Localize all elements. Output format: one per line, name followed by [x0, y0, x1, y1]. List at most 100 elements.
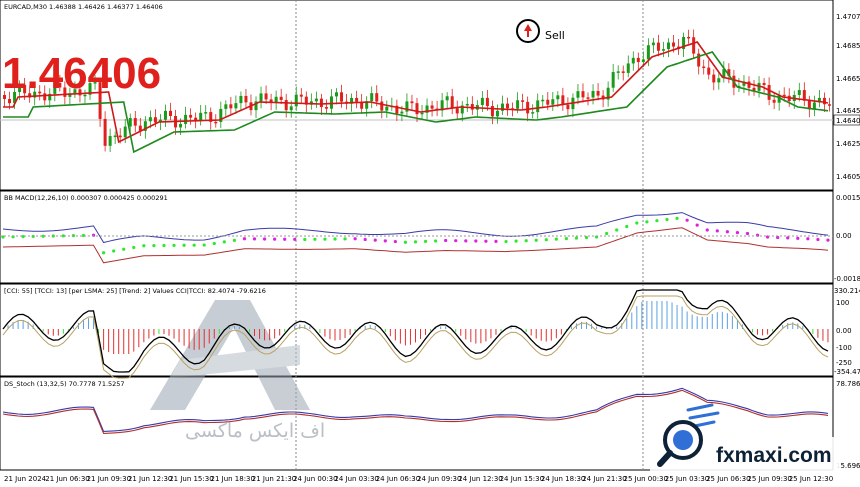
candle-body [616, 71, 620, 73]
macd-dot [262, 237, 267, 241]
candle-body [8, 99, 12, 104]
candle-body [163, 110, 167, 120]
candle-body [264, 93, 268, 100]
candle-body [329, 96, 333, 109]
candle-body [259, 93, 263, 102]
macd-dot [655, 219, 659, 223]
candle-body [229, 104, 233, 109]
candle-body [631, 57, 635, 64]
candle-body [335, 92, 338, 97]
macd-dot [806, 237, 810, 241]
macd-tick: -0.001862 [834, 275, 860, 283]
macd-dot [383, 239, 387, 243]
candle-body [641, 59, 645, 63]
price-tick: 1.46055 [836, 173, 860, 181]
macd-dot [735, 231, 740, 235]
macd-dot [353, 237, 357, 241]
macd-dot [464, 239, 468, 243]
watermark-persian-text: اف ایکس ماکسی [185, 420, 325, 442]
macd-dot [514, 239, 518, 243]
candle-body [611, 72, 615, 88]
macd-dot [725, 230, 729, 234]
stoch-pane-header: DS_Stoch (13,32,5) 70.7778 71.5257 [4, 380, 125, 388]
macd-dot [564, 237, 568, 241]
sell-label: Sell [545, 29, 565, 42]
candle-body [375, 93, 379, 102]
macd-dot [423, 239, 428, 243]
macd-dot [192, 243, 196, 247]
candle-body [239, 95, 243, 104]
candle-body [430, 105, 434, 109]
macd-dot [152, 244, 156, 248]
macd-dot [474, 239, 478, 243]
macd-dot [403, 240, 408, 244]
macd-dot [675, 216, 679, 220]
macd-dot [393, 239, 397, 244]
candle-body [561, 95, 565, 105]
candle-body [526, 101, 530, 114]
macd-dot [343, 237, 347, 241]
time-axis: 21 Jun 2024 21 Jun 06:3021 Jun 09:3021 Ju… [4, 475, 833, 483]
candle-body [179, 123, 183, 128]
candle-body [415, 103, 419, 115]
time-tick: 21 Jun 12:30 [128, 475, 172, 483]
macd-dot [605, 231, 609, 236]
macd-dot [484, 239, 488, 243]
time-tick: 21 Jun 21:30 [252, 475, 296, 483]
macd-pane[interactable] [0, 190, 834, 284]
candle-body [702, 66, 706, 69]
macd-tick: 0.001574 [836, 194, 860, 202]
candle-body [591, 91, 595, 98]
candle-body [767, 85, 771, 100]
candle-body [294, 94, 298, 107]
macd-dot [212, 241, 216, 246]
candle-body [450, 96, 454, 109]
macd-dot [373, 238, 377, 242]
candle-body [234, 103, 238, 109]
macd-dot [283, 237, 287, 241]
macd-dot [81, 233, 86, 238]
cci-pane-header: [CCI: 55] [TCCI: 13] [per LSMA: 25] [Tre… [4, 287, 266, 295]
candle-body [108, 136, 112, 146]
macd-dot [816, 237, 820, 242]
candle-body [506, 103, 510, 109]
macd-dot [554, 237, 558, 241]
price-tick: 1.46455 [836, 107, 860, 115]
candle-body [536, 100, 540, 113]
candle-body [566, 104, 570, 110]
candle-body [762, 82, 766, 86]
candle-body [651, 42, 655, 46]
candle-body [204, 112, 208, 114]
cci-pane[interactable] [0, 283, 834, 377]
candle-body [420, 112, 424, 115]
candle-body [455, 108, 459, 114]
candle-body [626, 63, 630, 73]
candle-body [546, 99, 550, 105]
candle-body [400, 111, 404, 114]
candle-body [556, 95, 560, 100]
candle-body [123, 126, 127, 138]
macd-dot [685, 218, 689, 222]
macd-dot [313, 237, 317, 241]
macd-dot [454, 239, 458, 243]
macd-dot [705, 228, 709, 232]
candle-body [667, 42, 670, 50]
candle-body [576, 91, 580, 98]
time-tick: 24 Jun 21:30 [582, 475, 626, 483]
time-tick: 21 Jun 15:30 [169, 475, 213, 483]
time-tick: 25 Jun 00:30 [624, 475, 668, 483]
candle-body [551, 99, 555, 105]
macd-dot [544, 238, 548, 242]
candle-body [490, 106, 494, 117]
candle-body [480, 97, 484, 106]
candle-body [827, 104, 831, 106]
candle-body [289, 106, 293, 111]
macd-dot [112, 249, 116, 253]
trading-chart[interactable]: اف ایکس ماکسی 1.46406 Sell EURCAD,M30 1.… [0, 0, 860, 487]
macd-dot [202, 243, 206, 247]
candle-body [541, 99, 545, 102]
macd-dot [222, 240, 226, 244]
time-tick: 24 Jun 18:30 [541, 475, 585, 483]
cci-tick: -354.4773 [834, 368, 860, 376]
candle-body [596, 91, 600, 96]
